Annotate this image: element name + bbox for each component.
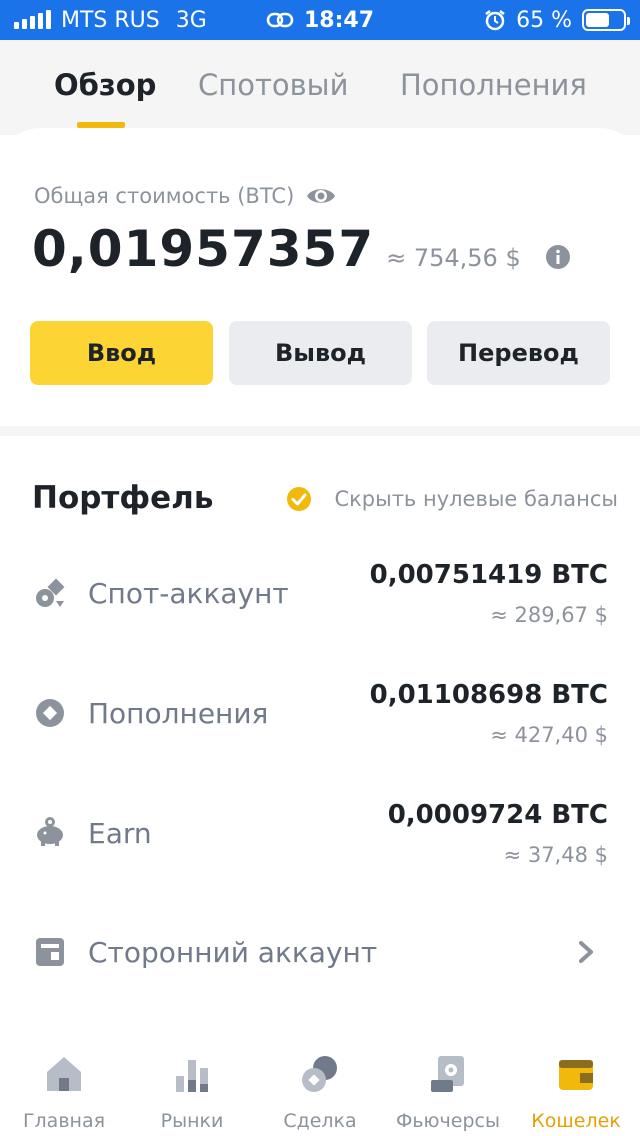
chevron-right-icon xyxy=(579,941,593,963)
section-divider xyxy=(0,426,640,436)
tab-spot[interactable]: Спотовый xyxy=(198,68,348,102)
total-value-label: Общая стоимость (BTC) xyxy=(34,184,336,208)
markets-icon xyxy=(176,1060,208,1092)
hide-zero-label: Скрыть нулевые балансы xyxy=(334,487,618,511)
account-btc: 0,01108698 BTC xyxy=(369,680,608,710)
total-usd: ≈ 754,56 $ xyxy=(386,244,521,272)
withdraw-button[interactable]: Вывод xyxy=(229,321,412,385)
battery-percent: 65 % xyxy=(516,7,572,33)
bottom-nav: Главная Рынки Сделка Фьючерсы Кошелек xyxy=(0,1040,640,1136)
funding-icon xyxy=(36,699,64,727)
account-name: Пополнения xyxy=(88,697,269,730)
status-left: MTS RUS 3G xyxy=(14,8,207,33)
account-name: Сторонний аккаунт xyxy=(88,936,378,969)
trade-icon xyxy=(302,1056,337,1092)
nav-label: Сделка xyxy=(283,1110,357,1132)
nav-trade[interactable]: Сделка xyxy=(256,1040,384,1136)
status-bar: MTS RUS 3G 18:47 65 % xyxy=(0,0,640,40)
alarm-icon xyxy=(485,10,505,31)
signal-icon xyxy=(14,10,51,29)
nav-label: Фьючерсы xyxy=(396,1110,500,1132)
status-right: 65 % xyxy=(484,7,630,33)
battery-icon xyxy=(582,9,630,31)
account-name: Earn xyxy=(88,817,152,850)
tabs-area: Обзор Спотовый Пополнения xyxy=(0,40,640,135)
transfer-button[interactable]: Перевод xyxy=(427,321,610,385)
nav-markets[interactable]: Рынки xyxy=(128,1040,256,1136)
nav-home[interactable]: Главная xyxy=(0,1040,128,1136)
account-row-earn[interactable]: Earn 0,0009724 BTC ≈ 37,48 $ xyxy=(0,795,640,885)
account-usd: ≈ 427,40 $ xyxy=(490,723,608,747)
piggy-bank-icon xyxy=(37,817,63,846)
wallet-icon xyxy=(559,1060,593,1090)
battery-fill xyxy=(586,13,610,27)
tab-funding[interactable]: Пополнения xyxy=(400,68,587,102)
balance-card: Общая стоимость (BTC) 0,01957357 ≈ 754,5… xyxy=(0,128,640,426)
account-row-funding[interactable]: Пополнения 0,01108698 BTC ≈ 427,40 $ xyxy=(0,675,640,765)
deposit-button[interactable]: Ввод xyxy=(30,321,213,385)
hide-zero-balances-toggle[interactable]: Скрыть нулевые балансы xyxy=(286,486,618,512)
clock: 18:47 xyxy=(303,7,375,33)
info-icon[interactable] xyxy=(545,244,571,270)
wallet-card-icon xyxy=(36,938,64,966)
futures-icon xyxy=(431,1056,464,1092)
total-amount: 0,01957357 ≈ 754,56 $ xyxy=(32,220,571,278)
portfolio-title: Портфель xyxy=(32,480,214,516)
tab-overview[interactable]: Обзор xyxy=(54,68,156,102)
account-btc: 0,0009724 BTC xyxy=(387,800,608,830)
account-btc: 0,00751419 BTC xyxy=(369,560,608,590)
nav-label: Главная xyxy=(22,1110,106,1132)
check-circle-icon xyxy=(287,487,312,511)
nav-futures[interactable]: Фьючерсы xyxy=(384,1040,512,1136)
nav-label: Рынки xyxy=(160,1110,224,1132)
account-row-third-party[interactable]: Сторонний аккаунт xyxy=(0,910,640,1000)
tab-bar: Обзор Спотовый Пополнения xyxy=(0,40,640,130)
carrier-name: MTS RUS xyxy=(61,7,160,33)
nav-wallet[interactable]: Кошелек xyxy=(512,1040,640,1136)
total-btc: 0,01957357 xyxy=(32,220,375,278)
link-icon xyxy=(266,12,294,28)
total-value-text: Общая стоимость (BTC) xyxy=(34,184,295,208)
home-icon xyxy=(47,1057,81,1091)
account-usd: ≈ 289,67 $ xyxy=(490,603,608,627)
eye-icon[interactable] xyxy=(306,185,336,207)
network-type: 3G xyxy=(175,7,207,33)
account-name: Спот-аккаунт xyxy=(88,577,289,610)
spot-icon xyxy=(36,578,65,607)
nav-label: Кошелек xyxy=(531,1110,621,1132)
account-usd: ≈ 37,48 $ xyxy=(503,843,608,867)
account-row-spot[interactable]: Спот-аккаунт 0,00751419 BTC ≈ 289,67 $ xyxy=(0,555,640,645)
